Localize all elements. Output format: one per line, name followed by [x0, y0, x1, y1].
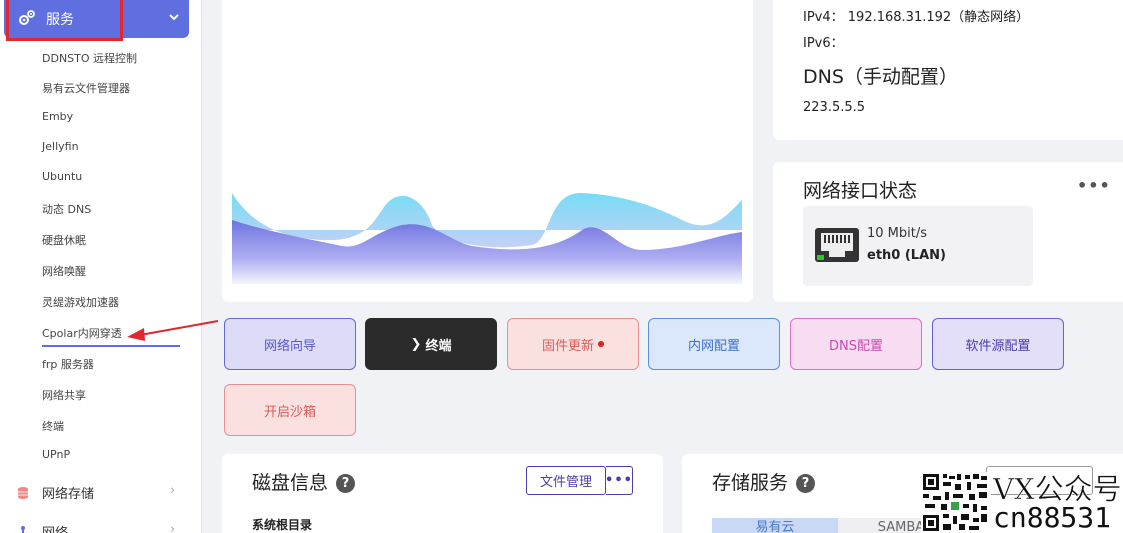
firmware-update-label: 固件更新 — [541, 338, 594, 354]
ethernet-port-icon — [815, 228, 859, 262]
ipv4-label: IPv4： — [803, 10, 844, 25]
upload-wave — [232, 192, 742, 248]
sidebar: 服务 DDNSTO 远程控制 易有云文件管理器 Emby Jellyfin Ub… — [0, 0, 202, 533]
disk-card-title-text: 磁盘信息 — [252, 472, 329, 494]
help-icon[interactable]: ? — [796, 474, 816, 493]
chevron-down-icon — [169, 14, 179, 21]
more-icon[interactable]: ••• — [1077, 176, 1111, 195]
interface-tile[interactable]: 10 Mbit/s eth0 (LAN) — [803, 206, 1033, 286]
traffic-chart-card — [222, 0, 753, 302]
disk-info-card: 磁盘信息? 文件管理 ••• 系统根目录 — [222, 454, 663, 533]
sidebar-item-share[interactable]: 网络共享 — [42, 387, 86, 403]
sidebar-item-frps[interactable]: frp 服务器 — [42, 356, 94, 372]
network-interface-card: 网络接口状态 ••• 10 Mbit/s eth0 (LAN) — [773, 162, 1123, 302]
storage-card-title-text: 存储服务 — [712, 472, 789, 494]
sidebar-item-jellyfin[interactable]: Jellyfin — [42, 140, 79, 153]
interface-name: eth0 (LAN) — [867, 248, 946, 263]
net-card-title: 网络接口状态 — [803, 180, 918, 202]
nav-network-label: 网络 — [42, 522, 68, 533]
database-icon — [18, 486, 28, 499]
ipv4-row: IPv4： 192.168.31.192（静态网络） — [803, 6, 1029, 25]
sidebar-item-game-accel[interactable]: 灵缇游戏加速器 — [42, 294, 119, 310]
root-dir-label: 系统根目录 — [252, 518, 313, 532]
dns-config-button[interactable]: DNS配置 — [790, 318, 922, 370]
ip-info-card: IPv4： 192.168.31.192（静态网络） IPv6： DNS（手动配… — [773, 0, 1123, 140]
qr-code-icon — [921, 472, 991, 533]
sidebar-item-ubuntu[interactable]: Ubuntu — [42, 170, 82, 183]
terminal-label: 终端 — [425, 338, 452, 354]
selected-underline — [42, 345, 180, 347]
file-manager-button[interactable]: 文件管理 — [526, 466, 606, 495]
sandbox-button[interactable]: 开启沙箱 — [224, 384, 356, 436]
lan-config-button[interactable]: 内网配置 — [648, 318, 780, 370]
terminal-icon: ❯ — [410, 336, 422, 352]
dns-title: DNS（手动配置） — [803, 66, 958, 88]
annotation-highlight-box — [6, 0, 123, 41]
chevron-right-icon: › — [170, 522, 176, 533]
file-manager-more-button[interactable]: ••• — [605, 466, 633, 495]
update-dot-badge — [598, 341, 604, 347]
watermark-id: cn88531 — [993, 501, 1112, 533]
nav-network[interactable]: 网络 — [16, 522, 68, 533]
ipv4-value: 192.168.31.192（静态网络） — [847, 10, 1030, 25]
sidebar-item-emby[interactable]: Emby — [42, 110, 73, 123]
firmware-update-button[interactable]: 固件更新 — [507, 318, 639, 370]
sidebar-item-ddnsto[interactable]: DDNSTO 远程控制 — [42, 50, 137, 66]
traffic-wave-chart — [232, 192, 742, 284]
network-wizard-button[interactable]: 网络向导 — [224, 318, 356, 370]
network-icon — [21, 525, 25, 533]
sidebar-item-wol[interactable]: 网络唤醒 — [42, 263, 86, 279]
sidebar-item-ddns[interactable]: 动态 DNS — [42, 201, 91, 217]
dns-value: 223.5.5.5 — [803, 100, 866, 115]
nav-network-storage[interactable]: 网络存储 — [16, 483, 94, 502]
help-icon[interactable]: ? — [336, 474, 356, 493]
chevron-right-icon: › — [170, 483, 176, 498]
storage-card-title: 存储服务? — [712, 468, 816, 495]
interface-speed: 10 Mbit/s — [867, 226, 928, 241]
sidebar-item-upnp[interactable]: UPnP — [42, 448, 70, 461]
software-source-button[interactable]: 软件源配置 — [932, 318, 1064, 370]
sidebar-item-hd-idle[interactable]: 硬盘休眠 — [42, 232, 86, 248]
ipv6-label: IPv6： — [803, 36, 844, 51]
sidebar-item-cpolar[interactable]: Cpolar内网穿透 — [42, 325, 122, 341]
sidebar-item-terminal[interactable]: 终端 — [42, 418, 64, 434]
tab-linkease[interactable]: 易有云 — [712, 518, 838, 533]
terminal-button[interactable]: ❯ 终端 — [365, 318, 497, 370]
disk-card-title: 磁盘信息? — [252, 468, 356, 495]
nav-network-storage-label: 网络存储 — [42, 487, 95, 502]
watermark-text: VX公众号 — [993, 472, 1122, 506]
sidebar-item-linkease[interactable]: 易有云文件管理器 — [42, 80, 130, 96]
